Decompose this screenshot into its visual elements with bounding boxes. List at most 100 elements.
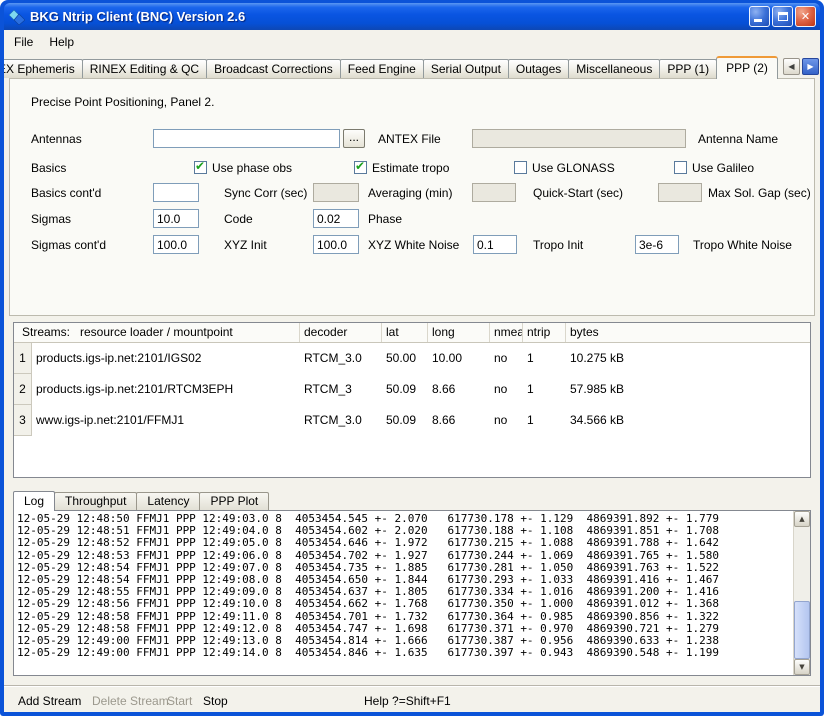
tab-serial-output[interactable]: Serial Output	[423, 59, 509, 78]
header-lat: lat	[382, 323, 428, 342]
antex-file-input	[472, 129, 686, 148]
sigmas-label: Sigmas	[31, 209, 71, 229]
basics-row: Basics ✔ Use phase obs ✔ Estimate tropo …	[10, 158, 814, 178]
quick-start-label: Quick-Start (sec)	[533, 183, 623, 203]
scrollbar-track[interactable]	[794, 527, 810, 659]
close-icon: ✕	[801, 11, 810, 22]
sync-corr-input[interactable]	[153, 183, 199, 202]
tab-ppp-2[interactable]: PPP (2)	[716, 56, 778, 79]
use-galileo-label: Use Galileo	[692, 158, 754, 178]
tab-scroll-left-button[interactable]: ◀	[783, 58, 800, 75]
scroll-up-icon: ▲	[799, 515, 804, 523]
tab-rinex-ephemeris[interactable]: EX Ephemeris	[4, 59, 83, 78]
stream-long: 10.00	[428, 343, 490, 374]
max-sol-gap-label: Max Sol. Gap (sec)	[708, 183, 811, 203]
tab-latency[interactable]: Latency	[136, 492, 200, 510]
use-galileo-checkbox[interactable]	[674, 161, 687, 174]
log-content[interactable]: 12-05-29 12:48:50 FFMJ1 PPP 12:49:03.0 8…	[14, 511, 793, 675]
minimize-icon	[754, 19, 762, 22]
sigma-code-input[interactable]	[153, 209, 199, 228]
sync-corr-label: Sync Corr (sec)	[224, 183, 307, 203]
tab-rinex-editing-qc[interactable]: RINEX Editing & QC	[82, 59, 207, 78]
header-mountpoint: Streams: resource loader / mountpoint	[14, 323, 300, 342]
tab-ppp-1[interactable]: PPP (1)	[659, 59, 717, 78]
bnc-window: BKG Ntrip Client (BNC) Version 2.6 ✕ Fil…	[0, 0, 824, 716]
tab-feed-engine[interactable]: Feed Engine	[340, 59, 424, 78]
tab-miscellaneous[interactable]: Miscellaneous	[568, 59, 660, 78]
stream-bytes: 34.566 kB	[566, 405, 810, 436]
scroll-up-button[interactable]: ▲	[794, 511, 810, 527]
quick-start-input	[472, 183, 516, 202]
xyz-white-noise-input[interactable]	[313, 235, 359, 254]
antenna-name-label: Antenna Name	[698, 129, 778, 149]
start-button: Start	[167, 694, 192, 708]
antennas-label: Antennas	[31, 129, 82, 149]
estimate-tropo-label: Estimate tropo	[372, 158, 449, 178]
add-stream-button[interactable]: Add Stream	[18, 694, 81, 708]
tab-log[interactable]: Log	[13, 491, 55, 511]
menubar: File Help	[4, 30, 820, 54]
maximize-button[interactable]	[772, 6, 793, 27]
antex-file-label: ANTEX File	[378, 129, 441, 149]
titlebar: BKG Ntrip Client (BNC) Version 2.6 ✕	[4, 3, 820, 30]
header-decoder: decoder	[300, 323, 382, 342]
menu-help[interactable]: Help	[41, 32, 82, 52]
tropo-init-input[interactable]	[473, 235, 517, 254]
menu-file[interactable]: File	[6, 32, 41, 52]
scroll-down-icon: ▼	[799, 663, 804, 671]
basics-contd-label: Basics cont'd	[31, 183, 101, 203]
antennas-input[interactable]	[153, 129, 340, 148]
tab-ppp-plot[interactable]: PPP Plot	[199, 492, 269, 510]
tab-throughput[interactable]: Throughput	[54, 492, 137, 510]
stream-row[interactable]: 2 products.igs-ip.net:2101/RTCM3EPH RTCM…	[14, 374, 810, 405]
use-phase-obs-label: Use phase obs	[212, 158, 292, 178]
stream-bytes: 57.985 kB	[566, 374, 810, 405]
scrollbar-thumb[interactable]	[794, 601, 810, 659]
log-line: 12-05-29 12:48:53 FFMJ1 PPP 12:49:06.0 8…	[17, 550, 793, 562]
header-ntrip: ntrip	[523, 323, 566, 342]
stream-lat: 50.09	[382, 405, 428, 436]
tab-scroll-right-button[interactable]: ▶	[802, 58, 819, 75]
log-line: 12-05-29 12:48:56 FFMJ1 PPP 12:49:10.0 8…	[17, 598, 793, 610]
help-button[interactable]: Help ?=Shift+F1	[364, 694, 451, 708]
minimize-button[interactable]	[749, 6, 770, 27]
antex-browse-button[interactable]: ...	[343, 129, 365, 148]
xyz-init-input[interactable]	[153, 235, 199, 254]
basics-label: Basics	[31, 158, 66, 178]
sigma-phase-input[interactable]	[313, 209, 359, 228]
check-icon: ✔	[195, 160, 205, 173]
max-sol-gap-input	[658, 183, 702, 202]
stream-nmea: no	[490, 343, 523, 374]
averaging-input	[313, 183, 359, 202]
stream-long: 8.66	[428, 374, 490, 405]
close-button[interactable]: ✕	[795, 6, 816, 27]
stream-mountpoint: products.igs-ip.net:2101/RTCM3EPH	[32, 374, 300, 405]
streams-table: Streams: resource loader / mountpoint de…	[13, 322, 811, 478]
stream-row[interactable]: 1 products.igs-ip.net:2101/IGS02 RTCM_3.…	[14, 343, 810, 374]
scroll-down-button[interactable]: ▼	[794, 659, 810, 675]
use-phase-obs-checkbox[interactable]: ✔	[194, 161, 207, 174]
tropo-init-label: Tropo Init	[533, 235, 583, 255]
panel-description: Precise Point Positioning, Panel 2.	[31, 95, 214, 109]
stream-nmea: no	[490, 405, 523, 436]
ppp-panel-2: Precise Point Positioning, Panel 2. Ante…	[9, 78, 815, 316]
tropo-white-noise-input[interactable]	[635, 235, 679, 254]
log-pane: 12-05-29 12:48:50 FFMJ1 PPP 12:49:03.0 8…	[13, 510, 811, 676]
stream-ntrip: 1	[523, 343, 566, 374]
bottom-action-bar: Add Stream Delete Stream Start Stop Help…	[4, 685, 820, 711]
log-scrollbar[interactable]: ▲ ▼	[793, 511, 810, 675]
stream-decoder: RTCM_3.0	[300, 405, 382, 436]
estimate-tropo-checkbox[interactable]: ✔	[354, 161, 367, 174]
stream-lat: 50.09	[382, 374, 428, 405]
header-bytes: bytes	[566, 323, 810, 342]
stop-button[interactable]: Stop	[203, 694, 228, 708]
tab-broadcast-corrections[interactable]: Broadcast Corrections	[206, 59, 341, 78]
use-glonass-checkbox[interactable]	[514, 161, 527, 174]
row-number: 1	[14, 343, 32, 374]
tab-outages[interactable]: Outages	[508, 59, 569, 78]
scroll-left-icon: ◀	[788, 62, 794, 71]
antennas-row: Antennas ... ANTEX File Antenna Name	[10, 129, 814, 149]
xyz-init-label: XYZ Init	[224, 235, 267, 255]
stream-row[interactable]: 3 www.igs-ip.net:2101/FFMJ1 RTCM_3.0 50.…	[14, 405, 810, 436]
log-line: 12-05-29 12:49:00 FFMJ1 PPP 12:49:14.0 8…	[17, 647, 793, 659]
